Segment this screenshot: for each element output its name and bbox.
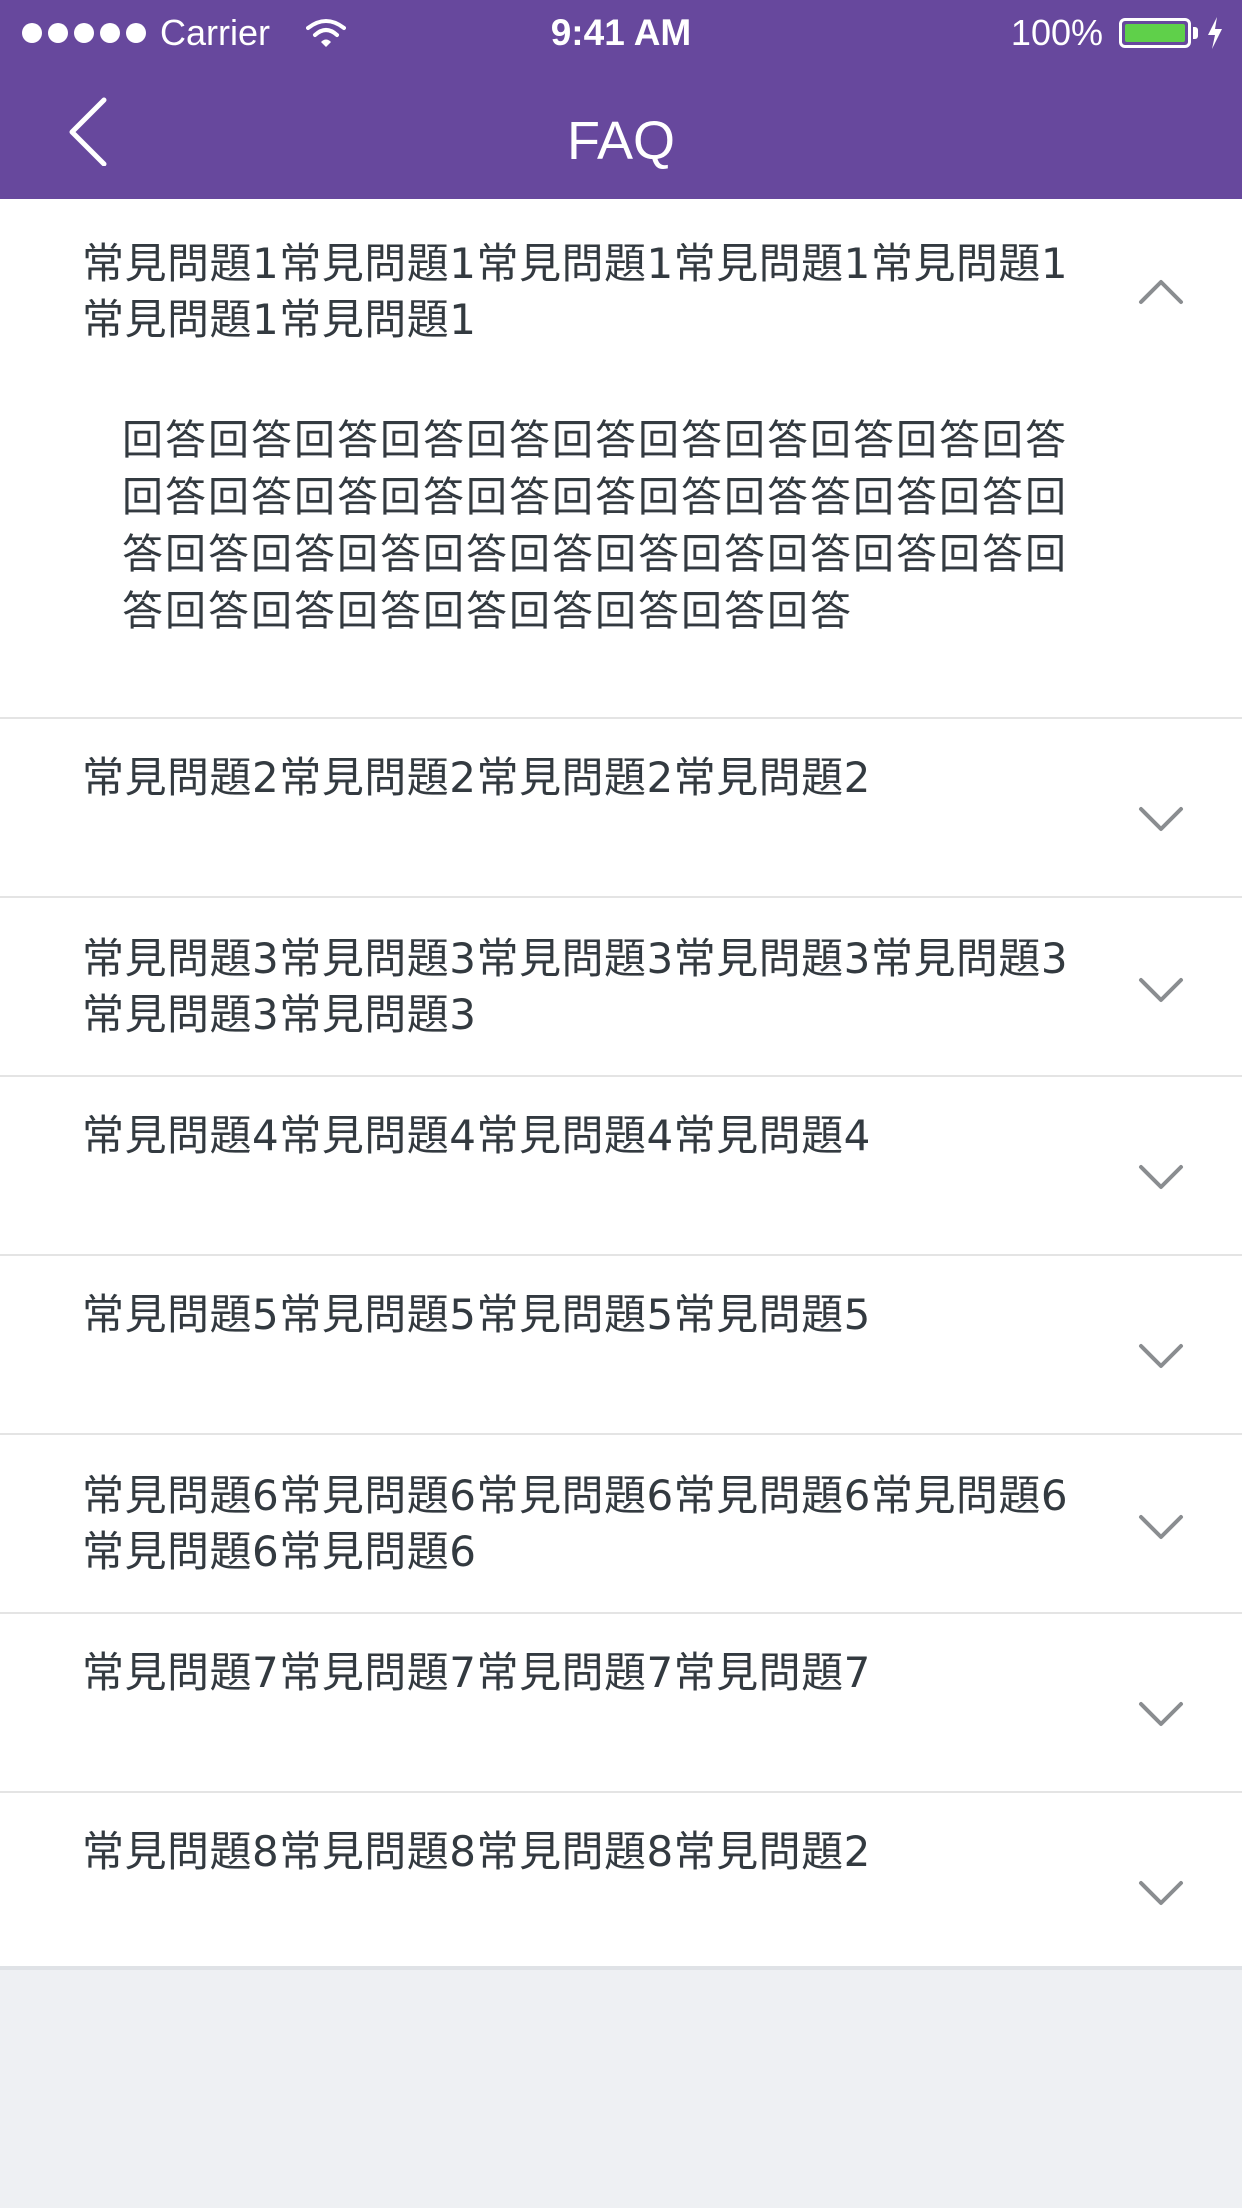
faq-question: 常見問題7常見問題7常見問題7常見問題7 <box>82 1648 871 1697</box>
faq-item-8[interactable]: 常見問題8常見問題8常見問題8常見問題2 <box>0 1793 1242 1970</box>
faq-question: 常見問題6常見問題6常見問題6常見問題6常見問題6常見問題6常見問題6 <box>82 1471 1069 1576</box>
faq-question: 常見問題5常見問題5常見問題5常見問題5 <box>82 1290 871 1339</box>
faq-answer: 回答回答回答回答回答回答回答回答回答回答回答回答回答回答回答回答回答回答回答答回… <box>122 416 1068 635</box>
faq-question: 常見問題8常見問題8常見問題8常見問題2 <box>82 1827 871 1876</box>
status-right: 100% <box>1011 8 1224 58</box>
battery-icon <box>1119 18 1191 48</box>
chevron-down-icon[interactable] <box>1138 976 1184 1004</box>
faq-item-7[interactable]: 常見問題7常見問題7常見問題7常見問題7 <box>0 1614 1242 1793</box>
status-bar: Carrier 9:41 AM 100% <box>0 0 1242 66</box>
chevron-down-icon[interactable] <box>1138 1513 1184 1541</box>
chevron-up-icon[interactable] <box>1138 278 1184 306</box>
faq-item-1[interactable]: 常見問題1常見問題1常見問題1常見問題1常見問題1常見問題1常見問題1 回答回答… <box>0 199 1242 719</box>
battery-percentage: 100% <box>1010 12 1103 53</box>
faq-question: 常見問題3常見問題3常見問題3常見問題3常見問題3常見問題3常見問題3 <box>82 934 1069 1039</box>
header: Carrier 9:41 AM 100% FAQ <box>0 0 1242 199</box>
faq-item-2[interactable]: 常見問題2常見問題2常見問題2常見問題2 <box>0 719 1242 898</box>
battery-nub <box>1193 27 1198 39</box>
faq-item-5[interactable]: 常見問題5常見問題5常見問題5常見問題5 <box>0 1256 1242 1435</box>
page-title: FAQ <box>566 111 676 171</box>
faq-item-4[interactable]: 常見問題4常見問題4常見問題4常見問題4 <box>0 1077 1242 1256</box>
faq-list: 常見問題1常見問題1常見問題1常見問題1常見問題1常見問題1常見問題1 回答回答… <box>0 199 1242 1970</box>
faq-screen: Carrier 9:41 AM 100% FAQ 常見問題1常見問題1常見問題1… <box>0 0 1242 2208</box>
chevron-down-icon[interactable] <box>1138 805 1184 833</box>
faq-question: 常見問題2常見問題2常見問題2常見問題2 <box>82 753 871 802</box>
chevron-down-icon[interactable] <box>1138 1700 1184 1728</box>
faq-question: 常見問題1常見問題1常見問題1常見問題1常見問題1常見問題1常見問題1 <box>82 239 1069 344</box>
back-chevron-icon[interactable] <box>56 96 126 166</box>
battery-level <box>1125 24 1185 42</box>
faq-item-6[interactable]: 常見問題6常見問題6常見問題6常見問題6常見問題6常見問題6常見問題6 <box>0 1435 1242 1614</box>
faq-question: 常見問題4常見問題4常見問題4常見問題4 <box>82 1111 871 1160</box>
chevron-down-icon[interactable] <box>1138 1163 1184 1191</box>
charging-bolt-icon <box>1208 17 1222 49</box>
chevron-down-icon[interactable] <box>1138 1879 1184 1907</box>
chevron-down-icon[interactable] <box>1138 1342 1184 1370</box>
navigation-bar: FAQ <box>0 66 1242 199</box>
faq-item-3[interactable]: 常見問題3常見問題3常見問題3常見問題3常見問題3常見問題3常見問題3 <box>0 898 1242 1077</box>
